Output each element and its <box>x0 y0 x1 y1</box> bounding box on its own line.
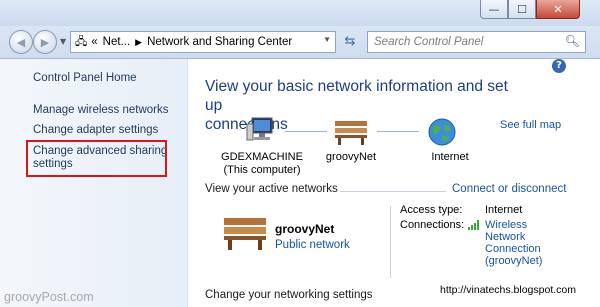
wireless-signal-icon <box>468 220 479 230</box>
computer-icon <box>246 117 273 141</box>
refresh-button[interactable]: ⇆ <box>341 33 359 51</box>
help-icon[interactable]: ? <box>552 59 566 73</box>
left-pane <box>0 59 188 307</box>
connector-line <box>285 131 327 132</box>
forward-arrow-icon: ▶ <box>40 35 50 49</box>
close-button[interactable]: ✕ <box>536 0 580 19</box>
computer-name: GDEXMACHINE <box>221 151 303 163</box>
sidebar-item-change-adapter-settings[interactable]: Change adapter settings <box>33 123 158 137</box>
back-arrow-icon: ◀ <box>16 35 26 49</box>
watermark-groovypost: groovyPost.com <box>4 290 94 304</box>
search-icon[interactable]: 🔍︎ <box>565 34 580 48</box>
divider <box>390 206 391 278</box>
wireless-connection-line[interactable]: Connection <box>485 243 542 255</box>
see-full-map-link[interactable]: See full map <box>500 119 561 131</box>
network-type-link[interactable]: Public network <box>275 239 350 251</box>
change-networking-settings-heading: Change your networking settings <box>205 289 373 301</box>
access-type-value: Internet <box>485 204 523 216</box>
internet-label[interactable]: Internet <box>422 151 478 164</box>
search-placeholder: Search Control Panel <box>374 36 484 48</box>
access-type-label: Access type: <box>400 204 463 216</box>
breadcrumb-network-and-sharing-center[interactable]: Network and Sharing Center <box>147 36 292 48</box>
breadcrumb-separator-icon[interactable]: ▶ <box>135 37 142 48</box>
bench-icon <box>335 121 367 145</box>
connector-line <box>377 131 419 132</box>
sidebar-item-control-panel-home[interactable]: Control Panel Home <box>33 71 137 85</box>
address-overflow[interactable]: « <box>91 36 97 48</box>
title-bar: — ☐ ✕ <box>0 0 600 28</box>
connections-label: Connections: <box>400 219 465 231</box>
search-input[interactable]: Search Control Panel 🔍︎ <box>367 31 586 53</box>
breadcrumb-network[interactable]: Net... <box>103 36 130 48</box>
computer-subtitle: (This computer) <box>223 164 301 176</box>
maximize-button[interactable]: ☐ <box>508 0 536 19</box>
active-networks-label: View your active networks <box>205 183 338 195</box>
wireless-connection-line[interactable]: Network <box>485 231 542 243</box>
divider <box>340 191 446 192</box>
page-title-line1: View your basic network information and … <box>205 78 508 114</box>
watermark-url: http://vinatechs.blogspot.com <box>438 284 578 296</box>
wireless-connection-line[interactable]: Wireless <box>485 219 542 231</box>
connect-or-disconnect-link[interactable]: Connect or disconnect <box>452 183 566 195</box>
minimize-button[interactable]: — <box>480 0 508 19</box>
wireless-connection-line[interactable]: (groovyNet) <box>485 255 542 267</box>
network-bench-icon[interactable] <box>222 215 268 251</box>
highlight-box <box>26 140 167 177</box>
this-computer-label: GDEXMACHINE (This computer) <box>212 151 312 177</box>
address-bar[interactable]: 🖧 « Net... ▶ Network and Sharing Center … <box>70 31 336 53</box>
network-name[interactable]: groovyNet <box>275 222 334 236</box>
sidebar-item-manage-wireless-networks[interactable]: Manage wireless networks <box>33 103 169 117</box>
navigation-bar: ◀ ▶ ▼ 🖧 « Net... ▶ Network and Sharing C… <box>0 26 600 59</box>
recent-pages-dropdown[interactable]: ▼ <box>60 37 66 46</box>
address-dropdown-icon[interactable]: ▼ <box>323 35 331 44</box>
back-button[interactable]: ◀ <box>9 30 33 54</box>
forward-button[interactable]: ▶ <box>33 30 57 54</box>
map-network-label[interactable]: groovyNet <box>321 151 381 164</box>
network-folder-icon: 🖧 <box>75 35 88 48</box>
wireless-connection-link[interactable]: Wireless Network Connection (groovyNet) <box>485 219 542 267</box>
window-controls: — ☐ ✕ <box>480 0 580 19</box>
globe-icon <box>428 118 456 146</box>
